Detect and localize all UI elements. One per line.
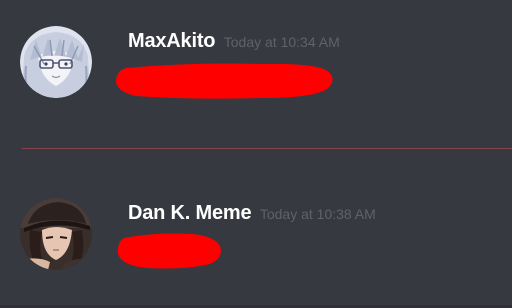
new-messages-divider bbox=[22, 148, 512, 149]
message-header: MaxAkito Today at 10:34 AM bbox=[128, 30, 340, 53]
timestamp: Today at 10:38 AM bbox=[259, 206, 376, 222]
redacted-message-text bbox=[116, 63, 333, 99]
message-list[interactable]: MaxAkito Today at 10:34 AM Dan K. Meme T… bbox=[0, 0, 512, 308]
username[interactable]: Dan K. Meme bbox=[128, 202, 252, 224]
user-avatar-icon[interactable] bbox=[20, 26, 92, 98]
message-header: Dan K. Meme Today at 10:38 AM bbox=[128, 202, 376, 225]
username[interactable]: MaxAkito bbox=[128, 30, 216, 52]
user-avatar-icon[interactable] bbox=[20, 198, 92, 270]
message-item: MaxAkito Today at 10:34 AM bbox=[0, 0, 512, 140]
timestamp: Today at 10:34 AM bbox=[223, 34, 340, 50]
redacted-message-text bbox=[117, 233, 221, 269]
message-item: Dan K. Meme Today at 10:38 AM bbox=[0, 160, 512, 308]
